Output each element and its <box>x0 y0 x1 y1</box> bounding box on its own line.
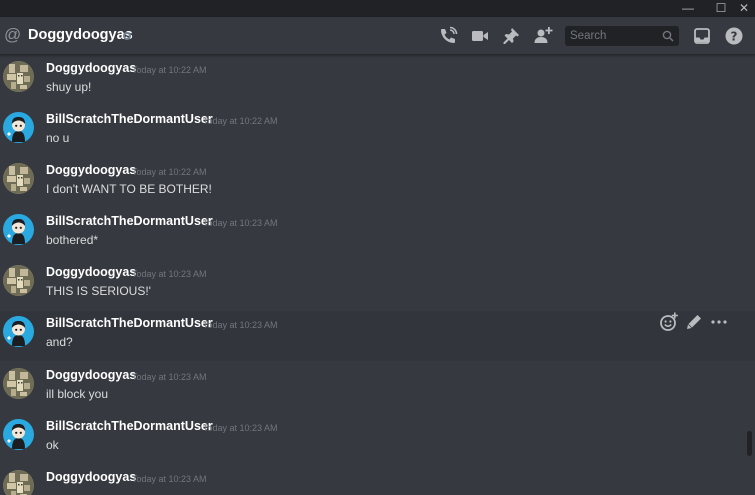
bill-avatar[interactable] <box>3 316 34 347</box>
message-author[interactable]: Doggydoogyas <box>46 61 136 75</box>
doggy-avatar[interactable] <box>3 163 34 194</box>
message[interactable]: Doggydoogyas Today at 10:23 AM THIS IS S… <box>0 260 755 310</box>
help-icon[interactable]: ? <box>724 26 744 46</box>
message-author[interactable]: BillScratchTheDormantUser <box>46 316 213 330</box>
inbox-icon[interactable] <box>692 26 712 46</box>
message-timestamp: Today at 10:22 AM <box>132 65 207 75</box>
message-text: THIS IS SERIOUS!' <box>46 284 151 298</box>
scrollbar[interactable] <box>746 56 755 495</box>
pin-icon[interactable] <box>501 26 521 46</box>
channel-header: @ Doggydoogyas ? <box>0 17 755 55</box>
page-title: Doggydoogyas <box>28 27 133 43</box>
message-author[interactable]: BillScratchTheDormantUser <box>46 112 213 126</box>
search-box[interactable] <box>565 26 679 46</box>
message-text: shuy up! <box>46 80 92 94</box>
message-author[interactable]: Doggydoogyas <box>46 470 136 484</box>
doggy-avatar[interactable] <box>3 61 34 92</box>
message[interactable]: Doggydoogyas Today at 10:23 AM <box>0 465 755 495</box>
minimize-button[interactable]: — <box>677 0 699 17</box>
message-text: I don't WANT TO BE BOTHER! <box>46 182 212 196</box>
message-author[interactable]: BillScratchTheDormantUser <box>46 419 213 433</box>
bill-avatar[interactable] <box>3 419 34 450</box>
call-icon[interactable] <box>438 26 458 46</box>
maximize-button[interactable]: ☐ <box>710 0 732 17</box>
edit-icon[interactable] <box>683 311 705 333</box>
message-text: ok <box>46 438 59 452</box>
message[interactable]: BillScratchTheDormantUser Today at 10:23… <box>0 414 755 464</box>
search-input[interactable] <box>565 26 659 46</box>
search-icon <box>662 30 674 42</box>
close-button[interactable]: ✕ <box>733 0 755 17</box>
doggy-avatar[interactable] <box>3 368 34 399</box>
message-text: ill block you <box>46 387 109 401</box>
message-author[interactable]: BillScratchTheDormantUser <box>46 214 213 228</box>
message[interactable]: Doggydoogyas Today at 10:23 AM ill block… <box>0 363 755 413</box>
svg-text:?: ? <box>731 30 738 44</box>
window-titlebar: — ☐ ✕ <box>0 0 755 17</box>
doggy-avatar[interactable] <box>3 265 34 296</box>
video-icon[interactable] <box>470 26 490 46</box>
message-author[interactable]: Doggydoogyas <box>46 265 136 279</box>
bill-avatar[interactable] <box>3 112 34 143</box>
more-options-icon[interactable] <box>708 311 730 333</box>
message-timestamp: Today at 10:23 AM <box>203 423 278 433</box>
message[interactable]: BillScratchTheDormantUser Today at 10:23… <box>0 311 755 361</box>
at-icon: @ <box>4 25 22 44</box>
message-list[interactable]: Doggydoogyas Today at 10:22 AM shuy up! … <box>0 56 755 495</box>
message-timestamp: Today at 10:23 AM <box>132 269 207 279</box>
message-text: bothered* <box>46 233 99 247</box>
bill-avatar[interactable] <box>3 214 34 245</box>
message[interactable]: BillScratchTheDormantUser Today at 10:22… <box>0 107 755 157</box>
message-timestamp: Today at 10:23 AM <box>132 474 207 484</box>
message[interactable]: Doggydoogyas Today at 10:22 AM I don't W… <box>0 158 755 208</box>
scrollbar-thumb[interactable] <box>747 431 752 456</box>
add-friend-icon[interactable] <box>533 26 553 46</box>
message-timestamp: Today at 10:22 AM <box>132 167 207 177</box>
message[interactable]: BillScratchTheDormantUser Today at 10:23… <box>0 209 755 259</box>
message-author[interactable]: Doggydoogyas <box>46 163 136 177</box>
message-timestamp: Today at 10:23 AM <box>203 218 278 228</box>
doggy-avatar[interactable] <box>3 470 34 495</box>
message-timestamp: Today at 10:23 AM <box>203 320 278 330</box>
message-author[interactable]: Doggydoogyas <box>46 368 136 382</box>
message[interactable]: Doggydoogyas Today at 10:22 AM shuy up! <box>0 56 755 106</box>
message-text: and? <box>46 335 73 349</box>
message-actions <box>654 311 734 333</box>
add-reaction-icon[interactable] <box>658 311 680 333</box>
message-timestamp: Today at 10:23 AM <box>132 372 207 382</box>
message-timestamp: Today at 10:22 AM <box>203 116 278 126</box>
status-offline-icon <box>123 32 131 40</box>
message-text: no u <box>46 131 70 145</box>
